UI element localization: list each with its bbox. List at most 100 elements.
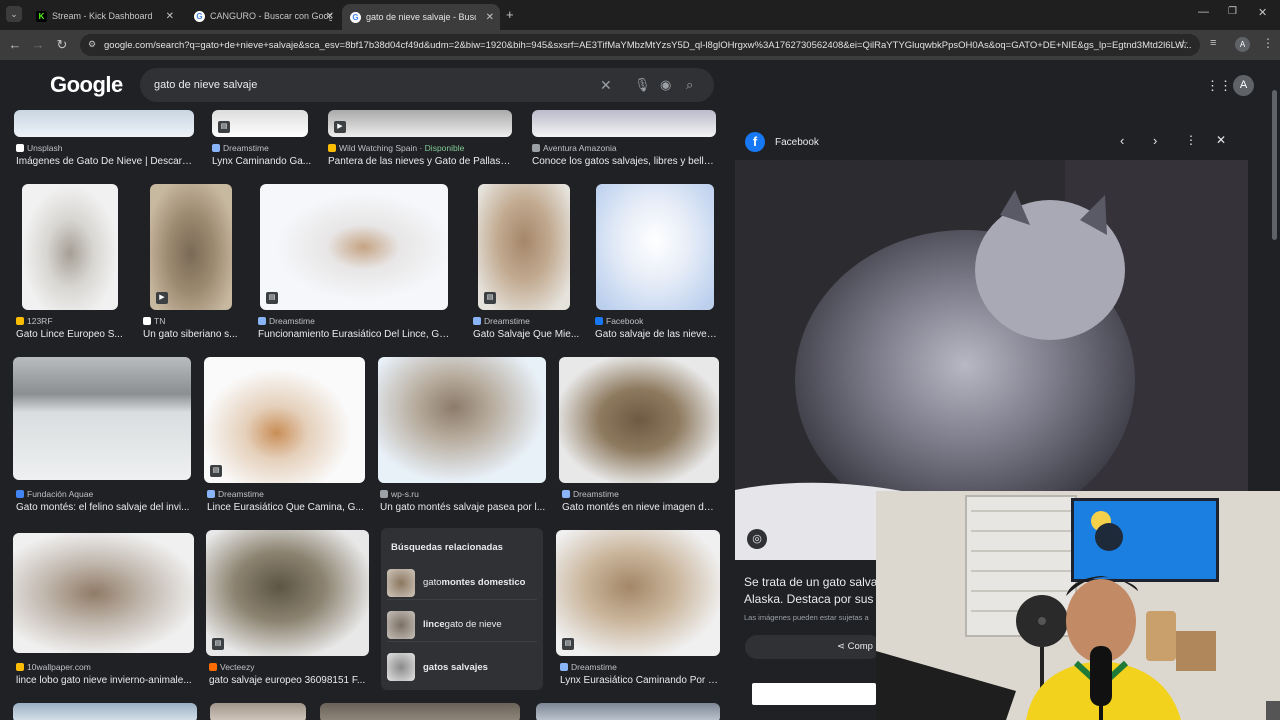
result-source: Vecteezy xyxy=(209,662,369,672)
tab-bar: ⌄ K Stream - Kick Dashboard ✕ G CANGURO … xyxy=(0,0,1280,30)
result-image[interactable]: ▶ xyxy=(150,184,232,310)
result-title[interactable]: gato salvaje europeo 36098151 F... xyxy=(209,675,369,686)
tab-canguro[interactable]: G CANGURO - Buscar con Google ✕ xyxy=(186,4,340,28)
result-title[interactable]: Lynx Caminando Ga... xyxy=(212,156,312,167)
result-image[interactable]: ▤ xyxy=(204,357,365,483)
result-image[interactable] xyxy=(14,110,194,137)
preview-header: f Facebook ‹ › ⋮ ✕ xyxy=(735,120,1265,160)
kick-icon: K xyxy=(36,10,47,22)
media-controls-icon[interactable]: ≡ xyxy=(1210,37,1216,49)
result-image[interactable] xyxy=(596,184,714,310)
result-source: TN xyxy=(143,316,243,326)
dreamstime-icon xyxy=(207,490,215,498)
result-title[interactable]: Imágenes de Gato De Nieve | Descarg... xyxy=(16,156,194,167)
close-icon[interactable]: ✕ xyxy=(326,11,334,22)
tab-title: Stream - Kick Dashboard xyxy=(52,11,153,21)
facebook-icon: f xyxy=(745,132,765,152)
result-image[interactable] xyxy=(536,703,720,720)
result-image[interactable]: ▤ xyxy=(206,530,369,656)
result-source: 10wallpaper.com xyxy=(16,662,194,672)
result-image[interactable] xyxy=(22,184,118,310)
result-title[interactable]: Lince Eurasiático Que Camina, G... xyxy=(207,502,367,513)
result-image[interactable]: ▤ xyxy=(212,110,308,137)
close-icon[interactable]: ✕ xyxy=(486,12,494,23)
result-image[interactable] xyxy=(378,357,546,483)
result-image[interactable] xyxy=(320,703,520,720)
tab-gato-nieve[interactable]: G gato de nieve salvaje - Buscar c ✕ xyxy=(342,4,500,30)
related-thumbnail xyxy=(387,653,415,681)
close-panel-icon[interactable]: ✕ xyxy=(1216,133,1226,147)
more-options-icon[interactable]: ⋮ xyxy=(1185,133,1197,147)
lens-search-icon[interactable]: ◎ xyxy=(747,529,767,549)
menu-dots-icon[interactable]: ⋮ xyxy=(1262,36,1274,50)
result-image[interactable] xyxy=(13,703,197,720)
image-badge-icon: ▤ xyxy=(484,292,496,304)
reload-icon[interactable]: ↻ xyxy=(54,37,70,53)
result-source: Dreamstime xyxy=(473,316,581,326)
result-title[interactable]: Gato salvaje de las nieves... xyxy=(595,329,717,340)
new-tab-button[interactable]: + xyxy=(506,7,514,22)
result-image[interactable]: ▤ xyxy=(556,530,720,656)
result-image[interactable]: ▤ xyxy=(260,184,448,310)
result-title[interactable]: Conoce los gatos salvajes, libres y bell… xyxy=(532,156,716,167)
dreamstime-icon xyxy=(258,317,266,325)
site-icon xyxy=(16,663,24,671)
minimize-button[interactable]: — xyxy=(1198,6,1209,18)
result-image[interactable] xyxy=(210,703,306,720)
related-item[interactable]: lince gato de nieve xyxy=(387,608,537,642)
result-title[interactable]: Un gato montés salvaje pasea por l... xyxy=(380,502,546,513)
panel-scrollbar[interactable] xyxy=(1272,90,1277,240)
dreamstime-icon xyxy=(473,317,481,325)
microphone-icon[interactable]: 🎙 xyxy=(634,77,651,93)
dreamstime-icon xyxy=(560,663,568,671)
site-info-icon[interactable]: ⚙ xyxy=(88,39,96,50)
result-image[interactable]: ▶ xyxy=(328,110,512,137)
streamer-webcam-image xyxy=(876,491,1280,720)
site-icon xyxy=(16,490,24,498)
lens-icon[interactable]: ◉ xyxy=(660,77,671,93)
unsplash-icon xyxy=(16,144,24,152)
result-image[interactable] xyxy=(532,110,716,137)
share-button[interactable]: ⋖ Comp xyxy=(745,635,881,659)
dreamstime-icon xyxy=(562,490,570,498)
google-logo[interactable]: Google xyxy=(50,72,123,98)
result-source: Fundación Aquae xyxy=(16,489,194,499)
result-image[interactable] xyxy=(559,357,719,483)
search-input[interactable]: gato de nieve salvaje ✕ 🎙 ◉ ⌕ xyxy=(140,68,714,102)
result-title[interactable]: lince lobo gato nieve invierno-animale..… xyxy=(16,675,194,686)
account-avatar[interactable]: A xyxy=(1233,75,1254,96)
result-title[interactable]: Funcionamiento Eurasiático Del Lince, Ga… xyxy=(258,329,454,340)
site-icon xyxy=(532,144,540,152)
previous-icon[interactable]: ‹ xyxy=(1120,133,1124,148)
result-image[interactable] xyxy=(13,533,194,653)
image-badge-icon: ▶ xyxy=(334,121,346,133)
address-bar[interactable]: ⚙ google.com/search?q=gato+de+nieve+salv… xyxy=(80,34,1200,56)
result-image[interactable] xyxy=(13,357,191,480)
result-source: Dreamstime xyxy=(562,489,718,499)
close-icon[interactable]: ✕ xyxy=(166,11,174,22)
related-item[interactable]: gato montes domestico xyxy=(387,566,537,600)
forward-icon[interactable]: → xyxy=(30,37,46,52)
result-title[interactable]: Lynx Eurasiático Caminando Por L... xyxy=(560,675,720,686)
search-icon[interactable]: ⌕ xyxy=(686,77,693,93)
result-image[interactable]: ▤ xyxy=(478,184,570,310)
clear-icon[interactable]: ✕ xyxy=(600,77,612,94)
bookmark-star-icon[interactable]: ☆ xyxy=(1178,37,1189,51)
result-title[interactable]: Gato montés en nieve imagen de ... xyxy=(562,502,718,513)
tab-search-button[interactable]: ⌄ xyxy=(6,6,22,22)
result-title[interactable]: Gato Lince Europeo S... xyxy=(16,329,126,340)
result-title[interactable]: Gato Salvaje Que Mie... xyxy=(473,329,581,340)
result-title[interactable]: Pantera de las nieves y Gato de Pallas e… xyxy=(328,156,512,167)
tab-kick[interactable]: K Stream - Kick Dashboard ✕ xyxy=(28,4,180,28)
preview-source[interactable]: Facebook xyxy=(775,137,819,148)
back-icon[interactable]: ← xyxy=(7,37,23,52)
next-icon[interactable]: › xyxy=(1153,133,1157,148)
profile-avatar[interactable]: A xyxy=(1235,37,1250,52)
result-title[interactable]: Gato montés: el felino salvaje del invi.… xyxy=(16,502,191,513)
apps-grid-icon[interactable]: ⋮⋮ xyxy=(1206,78,1232,94)
related-item[interactable]: gatos salvajes xyxy=(387,650,537,684)
window-close-button[interactable]: ✕ xyxy=(1258,6,1267,19)
restore-button[interactable]: ❐ xyxy=(1228,6,1237,17)
result-source: Wild Watching Spain · Disponible xyxy=(328,143,512,153)
result-title[interactable]: Un gato siberiano s... xyxy=(143,329,243,340)
